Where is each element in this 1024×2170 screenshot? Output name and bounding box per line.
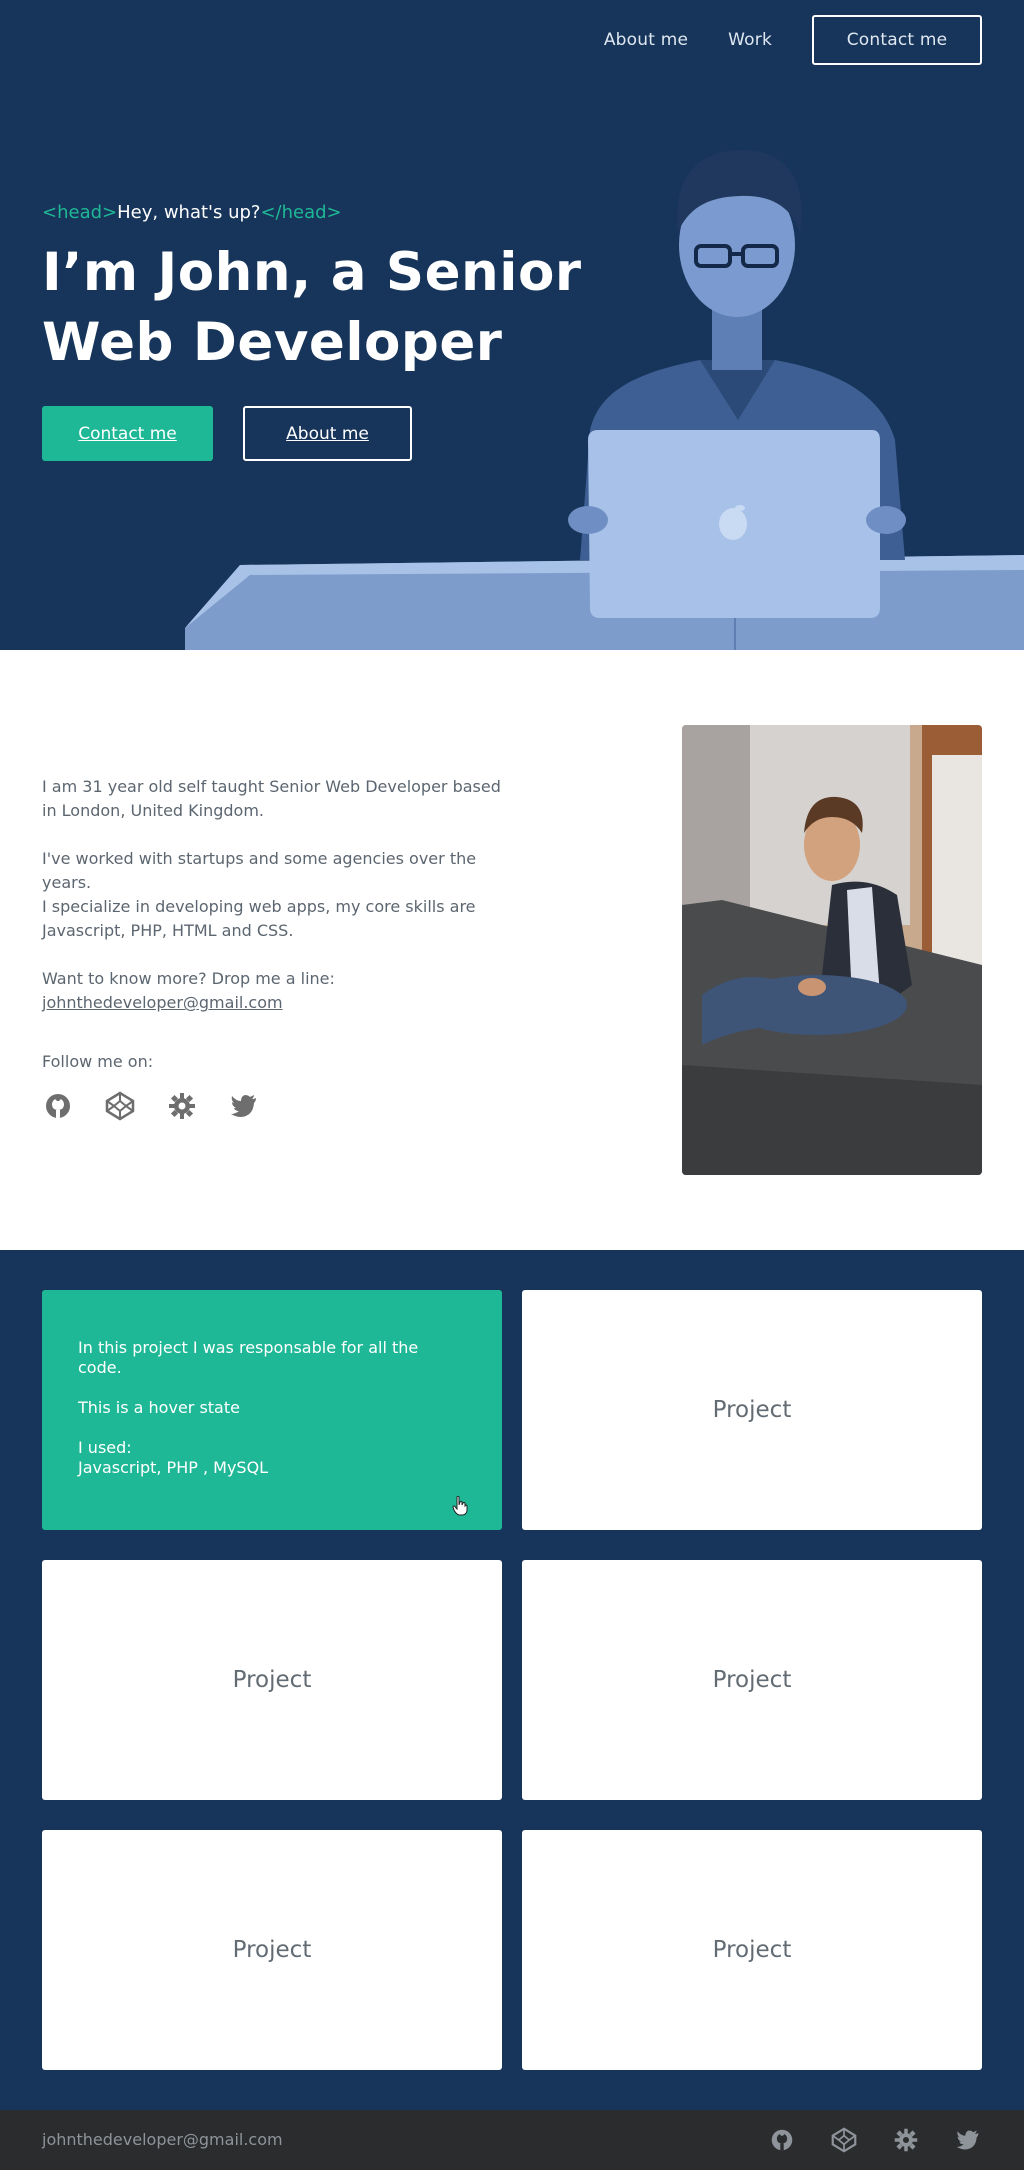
profile-photo [682,725,982,1175]
gear-icon[interactable] [166,1090,198,1122]
project-card[interactable]: Project [522,1830,982,2070]
about-experience: I've worked with startups and some agenc… [42,847,512,943]
twitter-icon[interactable] [952,2124,984,2156]
project-hover-tech: I used: Javascript, PHP , MySQL [78,1438,466,1478]
hero-about-button[interactable]: About me [243,406,412,461]
hero-section: About me Work Contact me <head>Hey, what… [0,0,1024,650]
footer-social-links [766,2124,984,2156]
project-hover-tech-list: Javascript, PHP , MySQL [78,1458,269,1477]
project-hover-line: This is a hover state [78,1398,240,1417]
about-text: I am 31 year old self taught Senior Web … [42,775,512,1039]
project-card[interactable]: Project [42,1830,502,2070]
tag-open: <head> [42,202,118,223]
nav-link-work[interactable]: Work [728,30,772,50]
about-intro: I am 31 year old self taught Senior Web … [42,777,501,820]
about-section: I am 31 year old self taught Senior Web … [0,650,1024,1250]
footer: johnthedeveloper@gmail.com [0,2110,1024,2170]
github-icon[interactable] [766,2124,798,2156]
social-links [42,1090,260,1122]
top-nav: About me Work Contact me [604,15,982,65]
hero-title: I’m John, a Senior Web Developer [42,242,582,373]
project-card[interactable]: Project [42,1560,502,1800]
gear-icon[interactable] [890,2124,922,2156]
twitter-icon[interactable] [228,1090,260,1122]
nav-contact-button[interactable]: Contact me [812,15,982,65]
nav-link-about[interactable]: About me [604,30,688,50]
about-experience-line: I've worked with startups and some agenc… [42,849,477,892]
codepen-icon[interactable] [104,1090,136,1122]
about-contact-prompt: Want to know more? Drop me a line: [42,969,335,988]
project-card-hover[interactable]: In this project I was responsable for al… [42,1290,502,1530]
follow-label: Follow me on: [42,1052,154,1071]
hero-greeting: Hey, what's up? [117,202,261,223]
hero-tagline: <head>Hey, what's up?</head> [42,202,342,223]
projects-grid: In this project I was responsable for al… [42,1290,982,2070]
about-contact: Want to know more? Drop me a line: johnth… [42,967,512,1015]
github-icon[interactable] [42,1090,74,1122]
hand-cursor-icon [452,1496,468,1516]
project-card[interactable]: Project [522,1560,982,1800]
about-skills-line: I specialize in developing web apps, my … [42,897,476,940]
project-hover-details: In this project I was responsable for al… [78,1338,466,1498]
codepen-icon[interactable] [828,2124,860,2156]
hero-contact-button[interactable]: Contact me [42,406,213,461]
projects-section: In this project I was responsable for al… [0,1250,1024,2110]
email-link[interactable]: johnthedeveloper@gmail.com [42,993,283,1012]
tag-close: </head> [260,202,342,223]
hero-actions: Contact me About me [42,406,412,461]
project-hover-line: In this project I was responsable for al… [78,1338,419,1377]
project-card[interactable]: Project [522,1290,982,1530]
footer-email-link[interactable]: johnthedeveloper@gmail.com [42,2130,283,2149]
project-hover-used-label: I used: [78,1438,132,1457]
